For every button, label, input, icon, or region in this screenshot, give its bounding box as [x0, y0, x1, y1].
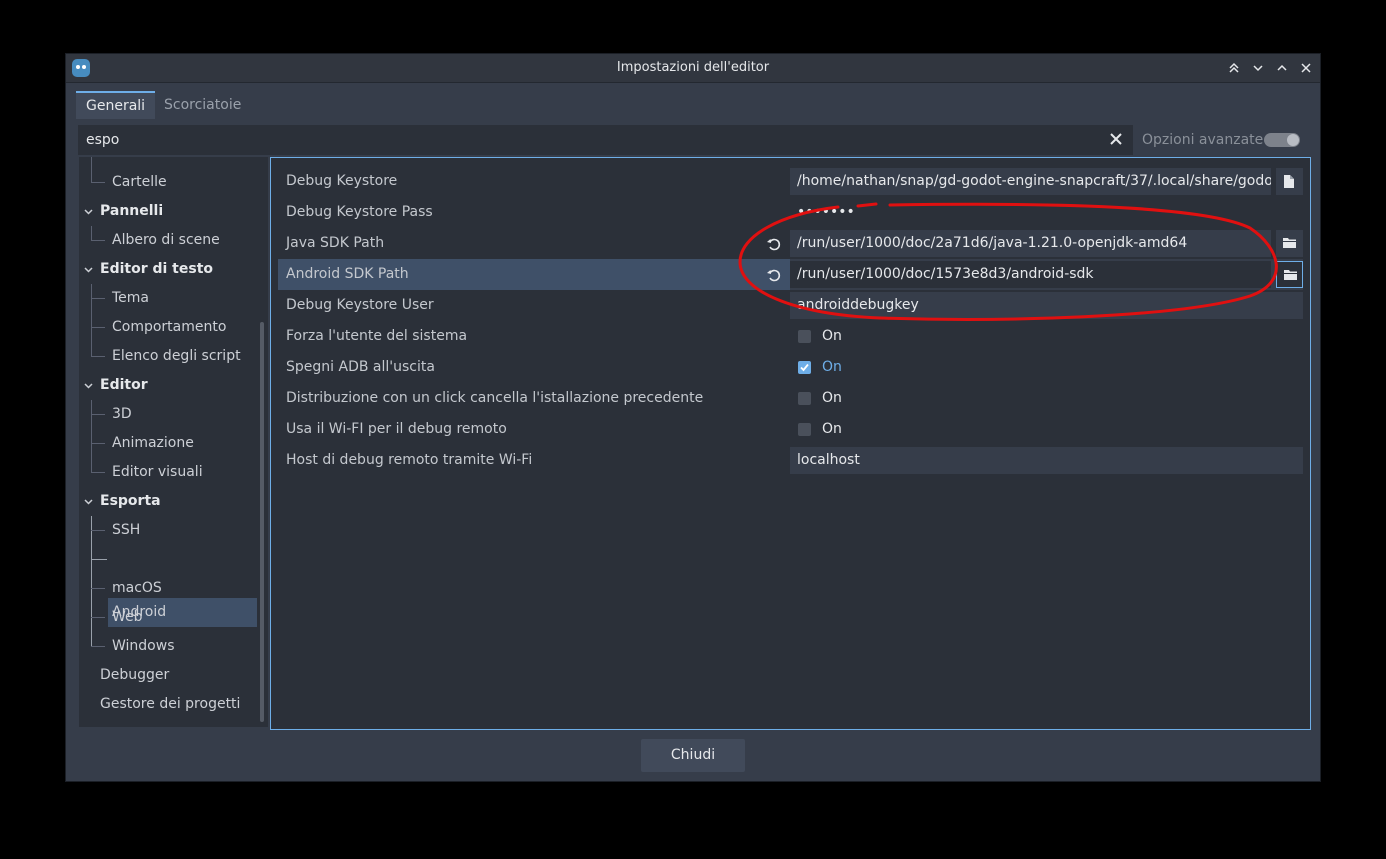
- prop-label-host-debug-remoto: Host di debug remoto tramite Wi-Fi: [286, 452, 533, 468]
- prop-label-debug-keystore-user: Debug Keystore User: [286, 297, 434, 313]
- tree-item-comportamento[interactable]: Comportamento: [112, 313, 226, 342]
- usa-wifi-checkbox-row[interactable]: On: [790, 416, 1303, 443]
- tree-item-web[interactable]: Web: [112, 603, 143, 632]
- tree-item-ssh[interactable]: SSH: [112, 516, 140, 545]
- tree-item-macos[interactable]: macOS: [112, 574, 162, 603]
- tree-item-gestore-dei-progetti[interactable]: Gestore dei progetti: [100, 690, 240, 719]
- tree-guide: [91, 298, 105, 299]
- chevron-down-icon[interactable]: [84, 383, 93, 389]
- revert-icon[interactable]: [766, 236, 782, 252]
- prop-label-debug-keystore-pass: Debug Keystore Pass: [286, 204, 433, 220]
- java-sdk-path-field[interactable]: /run/user/1000/doc/2a71d6/java-1.21.0-op…: [790, 230, 1271, 257]
- debug-keystore-pass-field[interactable]: •••••••: [790, 199, 1303, 226]
- prop-label-usa-wifi: Usa il Wi-FI per il debug remoto: [286, 421, 507, 437]
- folder-icon: [1283, 238, 1296, 248]
- host-debug-remoto-field[interactable]: localhost: [790, 447, 1303, 474]
- window-title: Impostazioni dell'editor: [616, 60, 770, 75]
- tab-generali[interactable]: Generali: [76, 91, 156, 119]
- clear-search-icon[interactable]: [1109, 132, 1125, 148]
- prop-label-forza-utente: Forza l'utente del sistema: [286, 328, 468, 344]
- tree-guide: [91, 559, 107, 560]
- forza-utente-checkbox[interactable]: [798, 330, 811, 343]
- spegni-adb-checkbox-row[interactable]: On: [790, 354, 1303, 381]
- search-bar: [78, 125, 1133, 155]
- settings-tree: Cartelle Pannelli Albero di scene Editor…: [79, 157, 268, 727]
- tree-guide: [91, 400, 92, 472]
- tree-item-debugger[interactable]: Debugger: [100, 661, 169, 690]
- tree-item-windows[interactable]: Windows: [112, 632, 175, 661]
- checkmark-icon: [800, 363, 809, 372]
- advanced-options-label: Opzioni avanzate: [1142, 132, 1264, 148]
- advanced-options-toggle[interactable]: [1264, 133, 1300, 147]
- forza-utente-checkbox-row[interactable]: On: [790, 323, 1303, 350]
- tree-guide: [91, 516, 92, 646]
- tree-item-editor-visuali[interactable]: Editor visuali: [112, 458, 203, 487]
- tree-guide: [91, 443, 105, 444]
- debug-keystore-user-field[interactable]: androiddebugkey: [790, 292, 1303, 319]
- tree-guide: [91, 617, 105, 618]
- editor-settings-window: Impostazioni dell'editor Generali Scorci…: [65, 53, 1321, 782]
- debug-keystore-file-button[interactable]: [1276, 168, 1303, 195]
- tree-guide: [91, 588, 105, 589]
- tree-guide: [91, 414, 105, 415]
- chevron-down-icon[interactable]: [84, 209, 93, 215]
- tree-scrollbar[interactable]: [260, 322, 264, 722]
- tree-guide: [91, 284, 92, 356]
- tree-guide: [91, 327, 105, 328]
- tree-guide: [91, 240, 105, 241]
- tab-scorciatoie[interactable]: Scorciatoie: [154, 91, 251, 119]
- tree-guide: [91, 157, 92, 182]
- tree-guide: [91, 530, 105, 531]
- android-sdk-folder-button[interactable]: [1276, 261, 1303, 288]
- tree-guide: [91, 356, 105, 357]
- tree-item-albero-di-scene[interactable]: Albero di scene: [112, 226, 220, 255]
- tree-item-elenco-degli-script[interactable]: Elenco degli script: [112, 342, 241, 371]
- chevron-down-icon[interactable]: [84, 499, 93, 505]
- tree-guide: [91, 226, 92, 240]
- android-sdk-path-field[interactable]: /run/user/1000/doc/1573e8d3/android-sdk: [790, 261, 1271, 288]
- prop-label-java-sdk-path: Java SDK Path: [286, 235, 385, 251]
- title-bar[interactable]: Impostazioni dell'editor: [66, 54, 1320, 83]
- prop-label-android-sdk-path: Android SDK Path: [286, 266, 409, 282]
- tree-section-editor-di-testo[interactable]: Editor di testo: [100, 255, 213, 284]
- properties-inspector: Debug Keystore /home/nathan/snap/gd-godo…: [270, 157, 1311, 730]
- debug-keystore-field[interactable]: /home/nathan/snap/gd-godot-engine-snapcr…: [790, 168, 1271, 195]
- prop-label-spegni-adb: Spegni ADB all'uscita: [286, 359, 435, 375]
- folder-icon: [1284, 270, 1297, 280]
- tree-item-tema[interactable]: Tema: [112, 284, 149, 313]
- tree-section-esporta[interactable]: Esporta: [100, 487, 161, 516]
- minimize-icon[interactable]: [1248, 58, 1268, 78]
- maximize-icon[interactable]: [1272, 58, 1292, 78]
- chevron-down-icon[interactable]: [84, 267, 93, 273]
- tree-item-cartelle[interactable]: Cartelle: [112, 168, 167, 197]
- prop-label-distribuzione-click: Distribuzione con un click cancella l'is…: [286, 390, 704, 406]
- close-window-icon[interactable]: [1296, 58, 1316, 78]
- usa-wifi-checkbox[interactable]: [798, 423, 811, 436]
- revert-icon[interactable]: [766, 267, 782, 283]
- distribuzione-checkbox[interactable]: [798, 392, 811, 405]
- spegni-adb-checkbox[interactable]: [798, 361, 811, 374]
- tree-guide: [91, 182, 105, 183]
- file-icon: [1284, 175, 1294, 188]
- tree-item-3d[interactable]: 3D: [112, 400, 132, 429]
- tree-item-animazione[interactable]: Animazione: [112, 429, 194, 458]
- keep-above-icon[interactable]: [1224, 58, 1244, 78]
- close-button[interactable]: Chiudi: [641, 739, 745, 772]
- tree-section-pannelli[interactable]: Pannelli: [100, 197, 163, 226]
- tree-guide: [91, 646, 105, 647]
- search-input[interactable]: [78, 125, 1098, 155]
- java-sdk-folder-button[interactable]: [1276, 230, 1303, 257]
- tree-guide: [91, 472, 105, 473]
- tree-section-editor[interactable]: Editor: [100, 371, 148, 400]
- distribuzione-checkbox-row[interactable]: On: [790, 385, 1303, 412]
- prop-label-debug-keystore: Debug Keystore: [286, 173, 398, 189]
- toggle-knob: [1287, 134, 1299, 146]
